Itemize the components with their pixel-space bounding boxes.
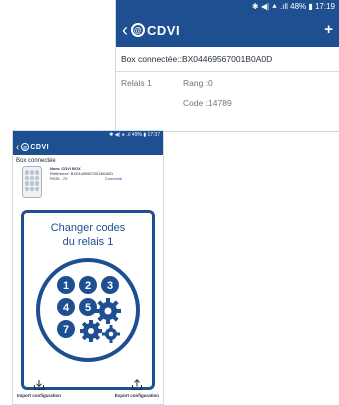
box-rssi: RSSI: -70 (50, 176, 68, 181)
app-bar: ‹ @ CDVI (13, 139, 163, 155)
card-heading: Changer codes du relais 1 (51, 221, 126, 249)
import-configuration-button[interactable]: Import configuration (17, 376, 61, 404)
connected-box-card[interactable]: Nom: CDVI BOX Référence: BX04469567001B0… (13, 166, 163, 202)
bottom-action-bar: Import configuration Export configuratio… (13, 376, 163, 404)
digit-1: 1 (63, 280, 69, 292)
box-meta: Nom: CDVI BOX Référence: BX04469567001B0… (42, 166, 122, 202)
change-codes-screen: ✱ ◀| ⯅ .ıl 49% ▮ 17:37 ‹ @ CDVI Box conn… (12, 130, 164, 405)
cdvi-logo: @ CDVI (21, 143, 49, 151)
digit-5: 5 (85, 302, 91, 314)
status-bar: ✱ ◀| ⯅ .ıll 48% ▮ 17:19 (116, 0, 339, 13)
digit-3: 3 (107, 280, 113, 292)
upload-icon (131, 379, 142, 390)
logo-mark: @ (131, 23, 145, 37)
relay-row[interactable]: Relais 1 Rang :0 (116, 72, 339, 92)
export-label: Export configuration (114, 393, 159, 398)
section-title: Box connectée (16, 158, 56, 164)
chevron-left-icon[interactable]: ‹ (122, 21, 128, 39)
rank-label: Rang :0 (183, 78, 213, 88)
digit-4: 4 (63, 302, 70, 314)
plus-icon[interactable]: + (324, 21, 333, 38)
status-bar: ✱ ◀| ⯅ .ıl 49% ▮ 17:37 (13, 131, 163, 139)
connected-box-label: Box connectée::BX04469567001B0A0D (116, 47, 339, 72)
status-text: ✱ ◀| ⯅ .ıl 49% ▮ 17:37 (109, 132, 160, 138)
keypad-gears-icon: 1 2 3 4 5 7 (36, 258, 140, 362)
keypad-device-icon (22, 166, 42, 198)
logo-text: CDVI (30, 143, 50, 151)
import-label: Import configuration (17, 393, 61, 398)
code-label: Code :14789 (183, 98, 232, 108)
relay-detail-screen: ✱ ◀| ⯅ .ıll 48% ▮ 17:19 ‹ @ CDVI + Box c… (115, 0, 339, 132)
logo-mark: @ (21, 143, 30, 151)
export-configuration-button[interactable]: Export configuration (115, 376, 159, 404)
chevron-left-icon[interactable]: ‹ (16, 142, 19, 153)
download-icon (34, 380, 44, 390)
digit-7: 7 (63, 324, 69, 336)
app-bar: ‹ @ CDVI + (116, 13, 339, 47)
digit-2: 2 (85, 280, 91, 292)
card-heading-line1: Changer codes (50, 222, 126, 234)
status-text: ✱ ◀| ⯅ .ıll 48% ▮ 17:19 (251, 1, 335, 11)
cdvi-logo: @ CDVI (131, 23, 180, 38)
relay-label: Relais 1 (121, 78, 152, 88)
box-rssi-row: RSSI: -70 Connecté (50, 176, 122, 181)
logo-text: CDVI (147, 22, 181, 38)
change-codes-card[interactable]: Changer codes du relais 1 1 2 3 4 5 7 (21, 210, 155, 390)
box-status: Connecté (104, 176, 122, 181)
card-heading-line2: du relais 1 (62, 236, 114, 248)
screenshot-composite: ✱ ◀| ⯅ .ıll 48% ▮ 17:19 ‹ @ CDVI + Box c… (0, 0, 339, 405)
